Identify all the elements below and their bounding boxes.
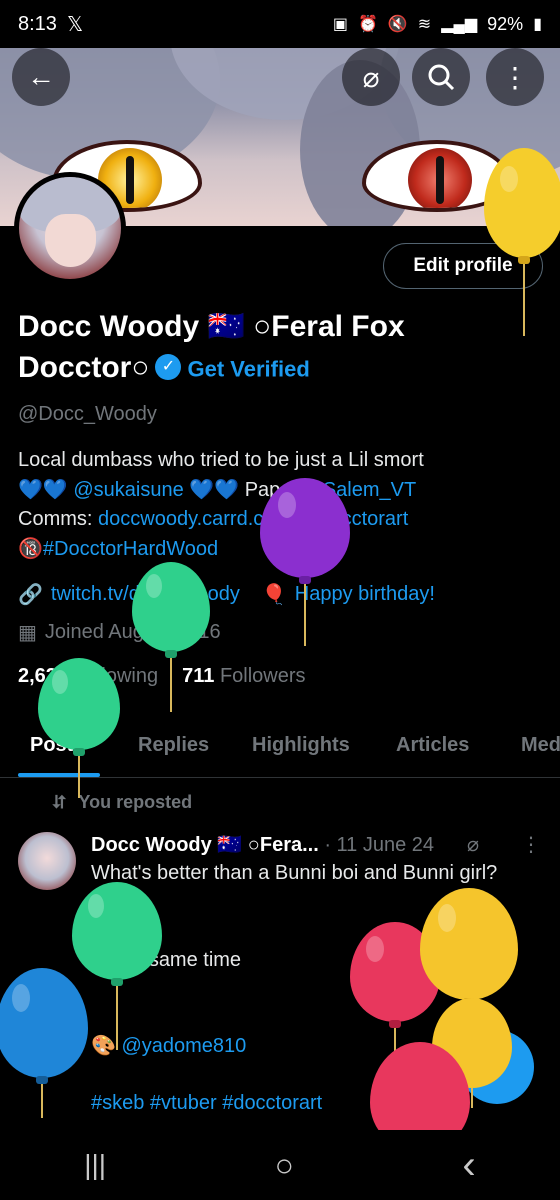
more-vertical-icon: ⋮ [501, 61, 529, 93]
birthday-text[interactable]: Happy birthday! [295, 583, 435, 606]
bio-papa-label: Papa: [244, 478, 297, 501]
tab-replies[interactable]: Replies [138, 734, 209, 757]
clock: 8:13 [18, 12, 57, 35]
grok-button[interactable]: ⌀ [342, 48, 400, 106]
post-author-name[interactable]: Docc Woody 🇦🇺 ○Fera... [91, 834, 319, 856]
mute-icon: 🔇 [387, 16, 408, 33]
palette-emoji: 🎨 [91, 1035, 116, 1057]
followers-count: 711 [182, 665, 215, 687]
status-bar: 8:13 𝕏 ▣ ⏰ 🔇 ≋ ▂▄▆ 92% ▮ [0, 0, 560, 48]
hashtag-docctorhardwood[interactable]: #DocctorHardWood [43, 538, 218, 560]
plus-icon: + [485, 1045, 509, 1088]
more-button[interactable]: ⋮ [486, 48, 544, 106]
followers-stat[interactable]: 711 Followers [182, 665, 305, 688]
profile-tabs: Posts Replies Highlights Articles Media [0, 720, 560, 778]
post-more-icon[interactable]: ⋮ [521, 832, 541, 857]
mention-salem[interactable]: @Salem_VT [303, 479, 417, 501]
profile-stats: 2,625 Following 711 Followers [18, 665, 306, 688]
comms-link[interactable]: doccwoody.carrd.co [98, 508, 274, 530]
bio-line-1: Local dumbass who tried to be just a Lil… [18, 449, 424, 471]
adult-emoji: 🔞 [18, 537, 43, 560]
repost-indicator: ⮃ You reposted [52, 792, 192, 813]
joined-date: Joined August 2016 [44, 621, 221, 643]
display-name: Docc Woody 🇦🇺 ○Feral Fox Docctor○ ✓ Get Ve… [18, 306, 538, 390]
display-name-line2: Docctor○ [18, 351, 150, 384]
following-count: 2,625 [18, 665, 69, 687]
tab-articles[interactable]: Articles [396, 734, 469, 757]
home-button[interactable]: ○ [275, 1147, 294, 1184]
repost-icon: ⮃ [52, 792, 67, 812]
post-text: What's better than a Bunni boi and Bunni… [91, 862, 498, 971]
palette-emoji: 🎨 [279, 508, 305, 530]
balloon-icon: 🎈 [261, 584, 287, 606]
post-credit: 🎨 @yadome810 [91, 1033, 246, 1058]
signal-icon: ▂▄▆ [441, 16, 478, 33]
calendar-icon: ▦ [18, 622, 37, 644]
verified-badge-icon: ✓ [155, 354, 182, 381]
dnd-icon: ▣ [332, 16, 348, 33]
edit-profile-button[interactable]: Edit profile [383, 243, 543, 289]
x-app-icon: 𝕏 [66, 13, 84, 36]
post-header: Docc Woody 🇦🇺 ○Fera... · 11 June 24 ⌀ ⋮ [91, 832, 541, 857]
tab-posts[interactable]: Posts [30, 734, 84, 757]
post-author-avatar[interactable] [18, 832, 76, 890]
mention-yadome810[interactable]: @yadome810 [121, 1035, 246, 1057]
balloon-blue [0, 968, 88, 1118]
slash-circle-icon[interactable]: ⌀ [467, 832, 479, 857]
blue-hearts-emoji-2: 💙💙 [189, 478, 240, 501]
battery-icon: ▮ [533, 16, 542, 33]
tab-media[interactable]: Media [521, 734, 560, 757]
alarm-icon: ⏰ [357, 16, 378, 33]
display-name-line1: Docc Woody 🇦🇺 ○Feral Fox [18, 310, 405, 343]
profile-meta-links: 🔗 twitch.tv/docc_woody 🎈 Happy birthday! [18, 582, 435, 607]
blue-hearts-emoji: 💙💙 [18, 478, 68, 501]
search-button[interactable] [412, 48, 470, 106]
search-icon [428, 64, 455, 91]
balloon-red-2 [370, 1042, 470, 1152]
back-arrow-icon: ← [27, 61, 55, 92]
recent-apps-button[interactable]: ||| [84, 1149, 106, 1181]
bio-comms-label: Comms: [18, 508, 93, 530]
followers-label: Followers [219, 665, 306, 687]
following-label: Following [73, 665, 159, 687]
post-hashtags[interactable]: #skeb #vtuber #docctorart [91, 1092, 322, 1115]
profile-handle: @Docc_Woody [18, 403, 157, 425]
link-icon: 🔗 [18, 584, 43, 606]
active-tab-indicator [18, 773, 100, 777]
following-stat[interactable]: 2,625 Following [18, 665, 158, 688]
profile-joined-row: ▦ Joined August 2016 [18, 620, 221, 645]
battery-level: 92% [487, 13, 524, 34]
system-navigation-bar: ||| ○ ‹ [0, 1130, 560, 1200]
profile-avatar[interactable] [14, 172, 126, 284]
mention-sukaisune[interactable]: @sukaisune [73, 479, 183, 501]
compose-button[interactable]: + [460, 1030, 534, 1104]
slash-circle-icon: ⌀ [362, 61, 380, 93]
back-button[interactable]: ← [12, 48, 70, 106]
wifi-icon: ≋ [417, 16, 432, 33]
website-link[interactable]: twitch.tv/docc_woody [51, 583, 240, 606]
profile-bio: Local dumbass who tried to be just a Lil… [18, 446, 548, 564]
hashtag-docctorart[interactable]: #Docctorart [305, 508, 408, 530]
tab-highlights[interactable]: Highlights [252, 734, 350, 757]
repost-label: You reposted [78, 792, 193, 812]
system-back-button[interactable]: ‹ [462, 1143, 475, 1188]
post-time[interactable]: · 11 June 24 [324, 834, 434, 856]
get-verified-link[interactable]: Get Verified [187, 357, 309, 382]
